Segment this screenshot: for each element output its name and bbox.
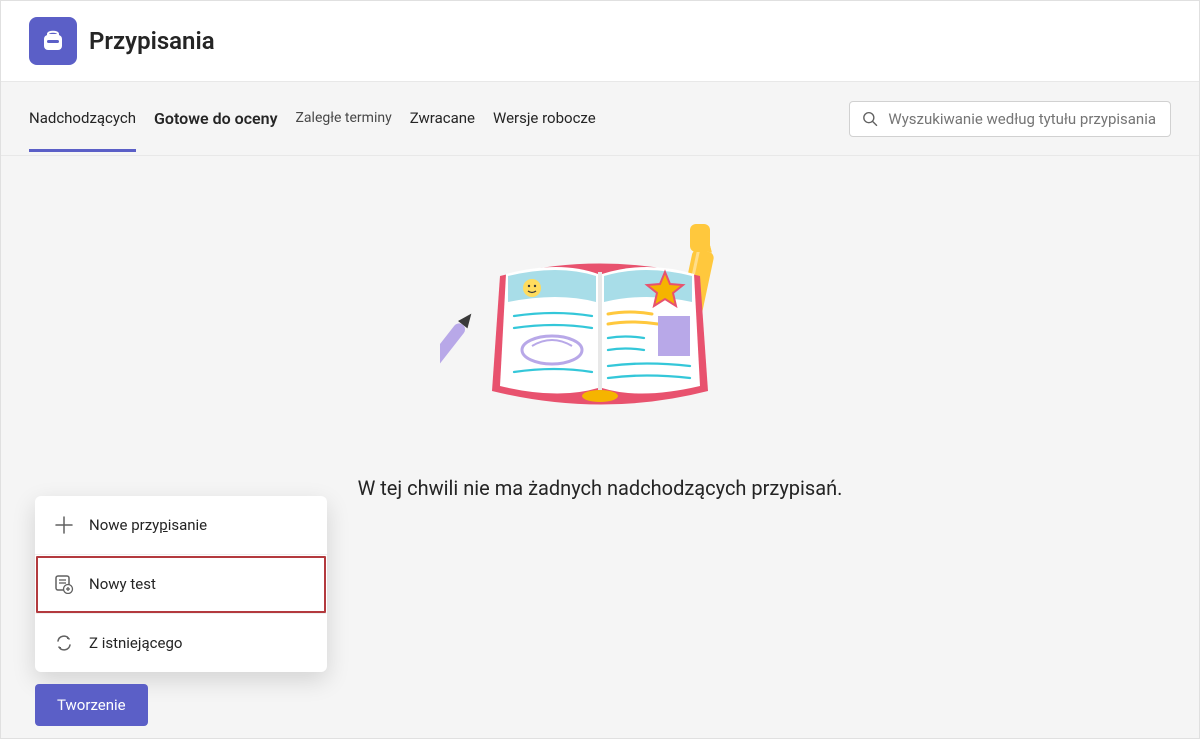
menu-item-from-existing[interactable]: Z istniejącego: [35, 614, 327, 672]
menu-item-new-assignment[interactable]: Nowe przypisanie: [35, 496, 327, 555]
search-box[interactable]: [849, 101, 1171, 137]
search-input[interactable]: [888, 110, 1158, 128]
create-button[interactable]: Tworzenie: [35, 684, 148, 726]
menu-item-label: Z istniejącego: [89, 634, 182, 652]
menu-item-label: Nowe przypisanie: [89, 516, 207, 534]
page-title: Przypisania: [89, 27, 215, 55]
backpack-icon: [38, 26, 68, 56]
menu-item-new-quiz[interactable]: Nowy test: [35, 555, 327, 614]
tab-bar: Nadchodzących Gotowe do oceny Zaległe te…: [1, 82, 1199, 156]
tab-returned[interactable]: Zwracane: [410, 85, 475, 152]
quiz-icon: [53, 573, 75, 595]
tab-upcoming[interactable]: Nadchodzących: [29, 85, 136, 152]
search-icon: [862, 110, 878, 128]
search-wrap: [849, 101, 1171, 137]
sync-icon: [53, 632, 75, 654]
create-menu: Nowe przypisanie Nowy test Z istniejąceg…: [35, 496, 327, 672]
tab-overdue[interactable]: Zaległe terminy: [296, 86, 392, 151]
notebook-illustration-icon: [440, 216, 760, 436]
empty-illustration: [440, 216, 760, 436]
menu-item-label: Nowy test: [89, 575, 156, 593]
tab-drafts[interactable]: Wersje robocze: [493, 85, 596, 152]
header: Przypisania: [1, 1, 1199, 82]
tab-ready[interactable]: Gotowe do oceny: [154, 85, 278, 153]
plus-icon: [53, 514, 75, 536]
app-icon: [29, 17, 77, 65]
